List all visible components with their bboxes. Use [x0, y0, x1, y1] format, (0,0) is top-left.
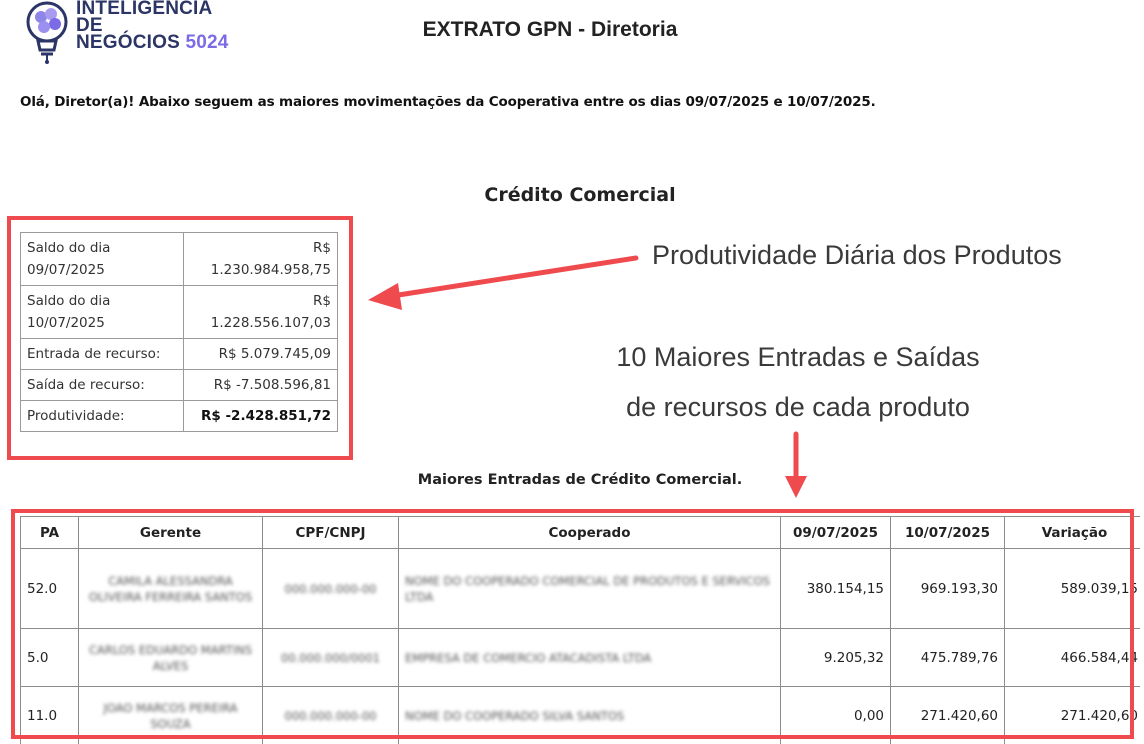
summary-value: R$ -7.508.596,81 — [183, 369, 338, 401]
cell-gerente: CARLOS EDUARDO MARTINS ALVES — [78, 628, 263, 687]
cell-variacao: 466.584,44 — [1004, 628, 1140, 687]
column-header-cpf: CPF/CNPJ — [262, 516, 399, 549]
summary-table: Saldo do dia 09/07/2025 R$ 1.230.984.958… — [20, 232, 338, 432]
cell-gerente-text: JOAO MARCOS PEREIRA SOUZA — [103, 700, 238, 731]
page-title: EXTRATO GPN - Diretoria — [422, 18, 678, 41]
annotation-productivity: Produtividade Diária dos Produtos — [652, 240, 1062, 270]
table-header-row: PA Gerente CPF/CNPJ Cooperado 09/07/2025… — [20, 516, 1140, 549]
cell-date-2: 969.193,30 — [890, 548, 1005, 629]
cell-date-1: 0,00 — [780, 686, 891, 744]
cell-cooperado-text: EMPRESA DE COMERCIO ATACADISTA LTDA — [405, 650, 652, 665]
cell-cooperado: EMPRESA DE COMERCIO ATACADISTA LTDA — [398, 628, 781, 687]
summary-value: R$ 1.228.556.107,03 — [183, 285, 338, 339]
cell-cooperado: NOME DO COOPERADO SILVA SANTOS — [398, 686, 781, 744]
column-header-gerente: Gerente — [78, 516, 263, 549]
summary-row: Saldo do dia 10/07/2025 R$ 1.228.556.107… — [20, 285, 338, 339]
annotation-top10-line-2: de recursos de cada produto — [626, 392, 970, 422]
cell-cpf: 00.000.000/0001 — [262, 628, 399, 687]
summary-value: R$ 5.079.745,09 — [183, 338, 338, 370]
table-row: 52.0 CAMILA ALESSANDRA OLIVEIRA FERREIRA… — [20, 548, 1140, 629]
logo-accent: 5024 — [185, 32, 229, 53]
cell-cpf: 000.000.000-00 — [262, 548, 399, 629]
table-row: 5.0 CARLOS EDUARDO MARTINS ALVES 00.000.… — [20, 628, 1140, 687]
column-header-date-1: 09/07/2025 — [780, 516, 891, 549]
cell-pa: 52.0 — [20, 548, 79, 629]
summary-label: Entrada de recurso: — [20, 338, 184, 370]
annotation-top10-line-1: 10 Maiores Entradas e Saídas — [616, 342, 980, 372]
cell-cpf-text: 00.000.000/0001 — [281, 650, 380, 665]
summary-row: Produtividade: R$ -2.428.851,72 — [20, 400, 338, 432]
cell-cooperado-text: NOME DO COOPERADO SILVA SANTOS — [405, 708, 625, 723]
logo-text: INTELIGÊNCIA DE NEGÓCIOS 5024 — [76, 0, 229, 53]
lightbulb-brain-icon — [26, 1, 68, 64]
main-table-container[interactable]: PA Gerente CPF/CNPJ Cooperado 09/07/2025… — [20, 516, 1140, 744]
column-header-date-2: 10/07/2025 — [890, 516, 1005, 549]
column-header-cooperado: Cooperado — [398, 516, 781, 549]
cell-cpf-text: 000.000.000-00 — [284, 581, 377, 596]
cell-pa: 5.0 — [20, 628, 79, 687]
cell-cpf: 000.000.000-00 — [262, 686, 399, 744]
cell-cooperado: NOME DO COOPERADO COMERCIAL DE PRODUTOS … — [398, 548, 781, 629]
summary-row: Entrada de recurso: R$ 5.079.745,09 — [20, 338, 338, 370]
summary-label: Saldo do dia 09/07/2025 — [20, 232, 184, 286]
cell-date-2: 271.420,60 — [890, 686, 1005, 744]
cell-cooperado-text: NOME DO COOPERADO COMERCIAL DE PRODUTOS … — [405, 573, 770, 604]
summary-value: R$ 1.230.984.958,75 — [183, 232, 338, 286]
summary-label: Produtividade: — [20, 400, 184, 432]
cell-gerente: JOAO MARCOS PEREIRA SOUZA — [78, 686, 263, 744]
table-row: 11.0 JOAO MARCOS PEREIRA SOUZA 000.000.0… — [20, 686, 1140, 744]
logo-line-3: NEGÓCIOS 5024 — [76, 32, 229, 53]
column-header-variacao: Variação — [1004, 516, 1140, 549]
arrow-left-icon — [368, 255, 639, 310]
summary-value-productivity: R$ -2.428.851,72 — [183, 400, 338, 432]
cell-pa: 11.0 — [20, 686, 79, 744]
annotation-top10: 10 Maiores Entradas e Saídas de recursos… — [560, 332, 1036, 432]
summary-label: Saída de recurso: — [20, 369, 184, 401]
column-header-pa: PA — [20, 516, 79, 549]
table-title: Maiores Entradas de Crédito Comercial. — [417, 472, 743, 488]
logo: INTELIGÊNCIA DE NEGÓCIOS 5024 — [18, 0, 248, 64]
cell-cpf-text: 000.000.000-00 — [284, 708, 377, 723]
cell-variacao: 589.039,15 — [1004, 548, 1140, 629]
cell-date-2: 475.789,76 — [890, 628, 1005, 687]
greeting-text: Olá, Diretor(a)! Abaixo seguem as maiore… — [20, 94, 876, 110]
section-title: Crédito Comercial — [484, 184, 676, 206]
cell-date-1: 9.205,32 — [780, 628, 891, 687]
cell-variacao: 271.420,60 — [1004, 686, 1140, 744]
arrow-down-icon — [785, 431, 807, 498]
cell-gerente-text: CAMILA ALESSANDRA OLIVEIRA FERREIRA SANT… — [88, 573, 253, 604]
cell-date-1: 380.154,15 — [780, 548, 891, 629]
cell-gerente-text: CARLOS EDUARDO MARTINS ALVES — [88, 642, 253, 673]
cell-gerente: CAMILA ALESSANDRA OLIVEIRA FERREIRA SANT… — [78, 548, 263, 629]
summary-label: Saldo do dia 10/07/2025 — [20, 285, 184, 339]
main-table: PA Gerente CPF/CNPJ Cooperado 09/07/2025… — [20, 516, 1140, 744]
summary-row: Saldo do dia 09/07/2025 R$ 1.230.984.958… — [20, 232, 338, 286]
summary-row: Saída de recurso: R$ -7.508.596,81 — [20, 369, 338, 401]
